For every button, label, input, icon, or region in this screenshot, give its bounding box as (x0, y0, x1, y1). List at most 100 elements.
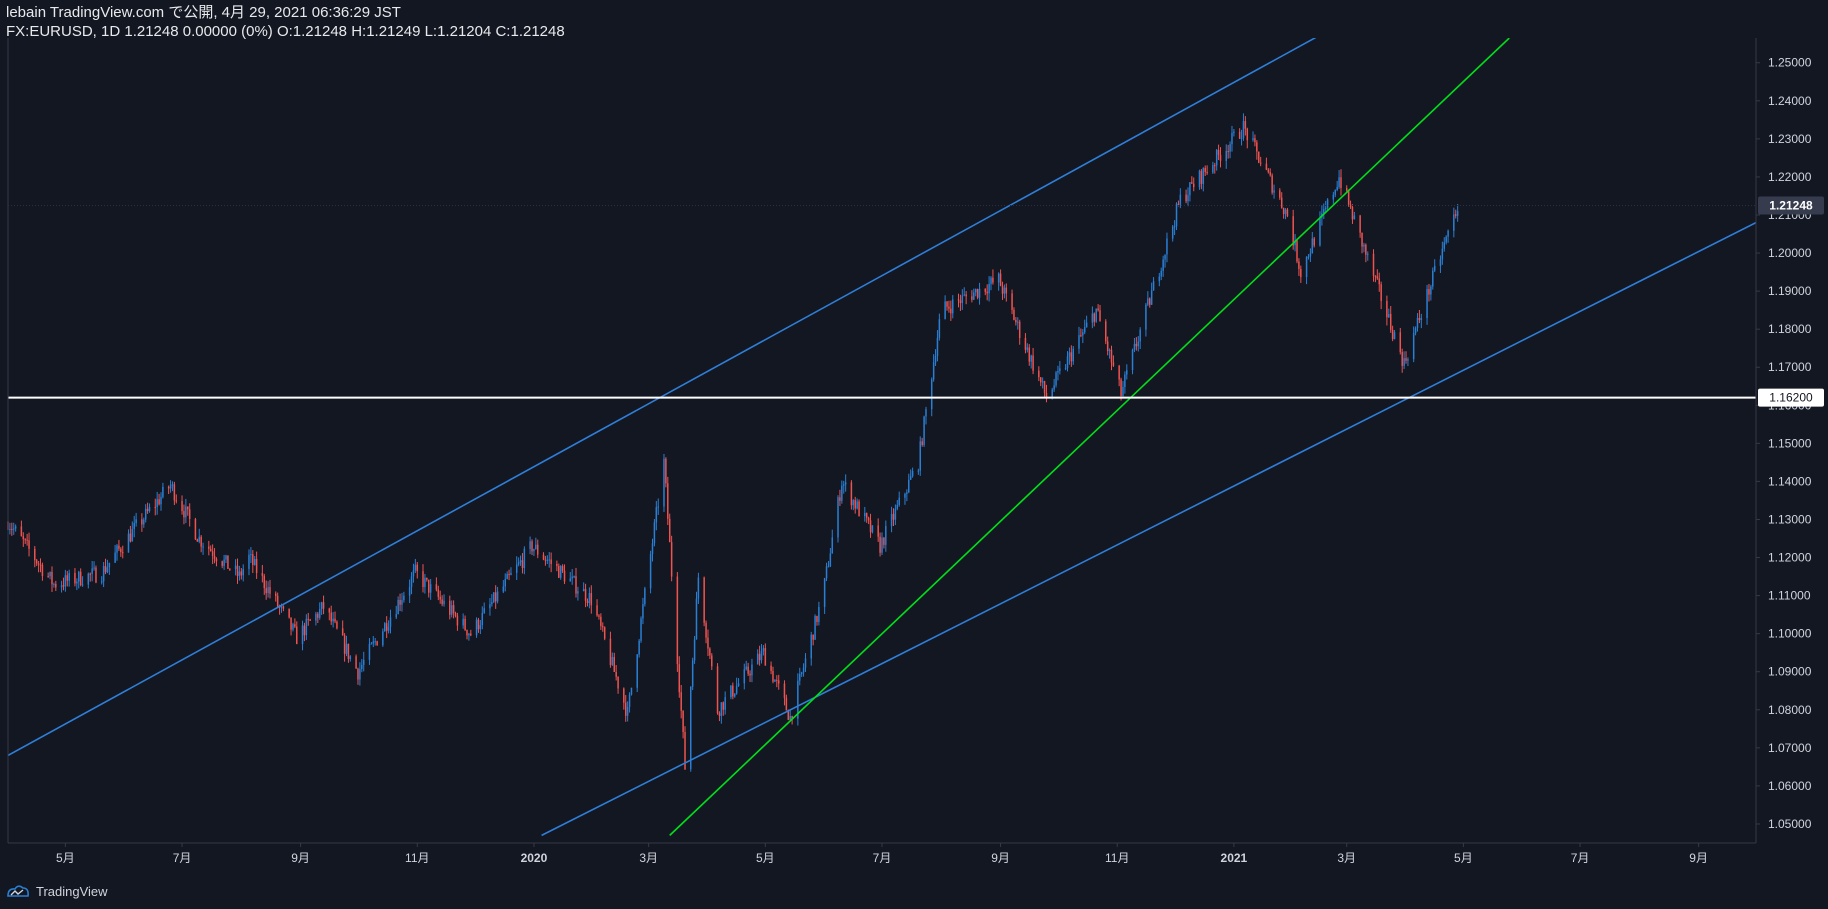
candle (1093, 312, 1096, 327)
candle (296, 621, 298, 645)
candle (1259, 156, 1262, 167)
candle-body (642, 604, 644, 619)
candle (374, 638, 376, 646)
candle-body (743, 669, 746, 684)
candle (427, 579, 430, 598)
candle (617, 676, 619, 694)
candle (854, 496, 856, 514)
candle (22, 532, 25, 547)
candle (416, 561, 419, 579)
candle-body (1192, 183, 1195, 188)
candle-body (1426, 289, 1428, 319)
candle-body (839, 497, 841, 501)
candle-body (510, 572, 512, 575)
candle (64, 569, 67, 592)
candle-body (274, 593, 277, 596)
candle-body (229, 568, 231, 570)
candle (906, 489, 908, 502)
candle (208, 540, 210, 556)
candle-body (133, 523, 135, 529)
candle-body (491, 602, 493, 605)
candle-body (1372, 253, 1375, 276)
candle-body (1108, 349, 1111, 352)
candle (649, 550, 652, 594)
candle (116, 544, 118, 561)
candle-body (422, 571, 424, 587)
candle (53, 582, 55, 588)
candle-body (1353, 215, 1356, 220)
time-tick-label: 5月 (756, 851, 775, 865)
candle (468, 632, 470, 641)
candle (596, 599, 598, 617)
candle-body (777, 680, 780, 684)
candle-body (747, 666, 749, 674)
candle (1389, 306, 1392, 333)
candle (1269, 168, 1271, 177)
time-tick-label: 7月 (1571, 851, 1590, 865)
candle-body (617, 676, 619, 689)
candle (108, 562, 111, 575)
candle (236, 558, 239, 584)
candle-body (452, 605, 455, 614)
candle (144, 504, 147, 523)
candle-body (535, 544, 537, 549)
candle-body (37, 563, 40, 565)
candle (871, 525, 874, 534)
candle-body (181, 500, 183, 512)
candle-body (253, 558, 256, 565)
candle (558, 563, 560, 579)
candle-body (1363, 244, 1365, 247)
candle (39, 558, 42, 573)
candle (60, 580, 63, 593)
candle (357, 667, 359, 685)
candle-body (1443, 242, 1446, 249)
candle (774, 679, 776, 682)
candle-body (961, 295, 964, 304)
candle-body (55, 583, 57, 588)
price-tick-label: 1.23000 (1768, 132, 1812, 146)
candle (359, 662, 361, 686)
candle (470, 629, 472, 637)
candle (598, 614, 600, 620)
lower-channel-line[interactable] (541, 221, 1756, 837)
candle (529, 536, 531, 555)
candle-body (1286, 209, 1289, 217)
candle-body (1386, 300, 1388, 318)
candle-body (531, 541, 533, 552)
candle (196, 538, 199, 542)
candle (816, 615, 818, 626)
candle-body (1298, 261, 1300, 269)
candle (213, 548, 216, 564)
candle-body (167, 486, 170, 489)
candle (422, 564, 424, 593)
green-trend-line[interactable] (669, 38, 1510, 836)
candle (1258, 151, 1260, 164)
candle-body (208, 546, 210, 549)
candle (1378, 272, 1380, 292)
candle (1225, 144, 1227, 169)
drawings-layer[interactable] (8, 25, 1756, 837)
candle-body (194, 519, 197, 540)
candle (62, 577, 65, 591)
candle-body (626, 706, 629, 716)
candle (1432, 267, 1434, 290)
price-chart[interactable]: 1.05000 1.06000 1.07000 1.08000 1.09000 1.100… (0, 0, 1828, 909)
candle-body (938, 319, 941, 338)
candle-body (865, 513, 868, 518)
candle-body (282, 606, 285, 609)
candle (1106, 336, 1109, 356)
candle (952, 295, 954, 319)
candle-body (1158, 276, 1161, 282)
candle-body (227, 555, 229, 569)
candle (408, 579, 411, 603)
candle (1338, 170, 1340, 189)
candle (1187, 187, 1189, 207)
candle (839, 489, 841, 507)
candle (938, 313, 941, 341)
candle (959, 294, 962, 311)
candle-body (1126, 370, 1128, 375)
candle-body (1238, 131, 1241, 139)
candle-body (722, 702, 725, 710)
candle (611, 652, 614, 666)
candle-body (1171, 226, 1174, 239)
